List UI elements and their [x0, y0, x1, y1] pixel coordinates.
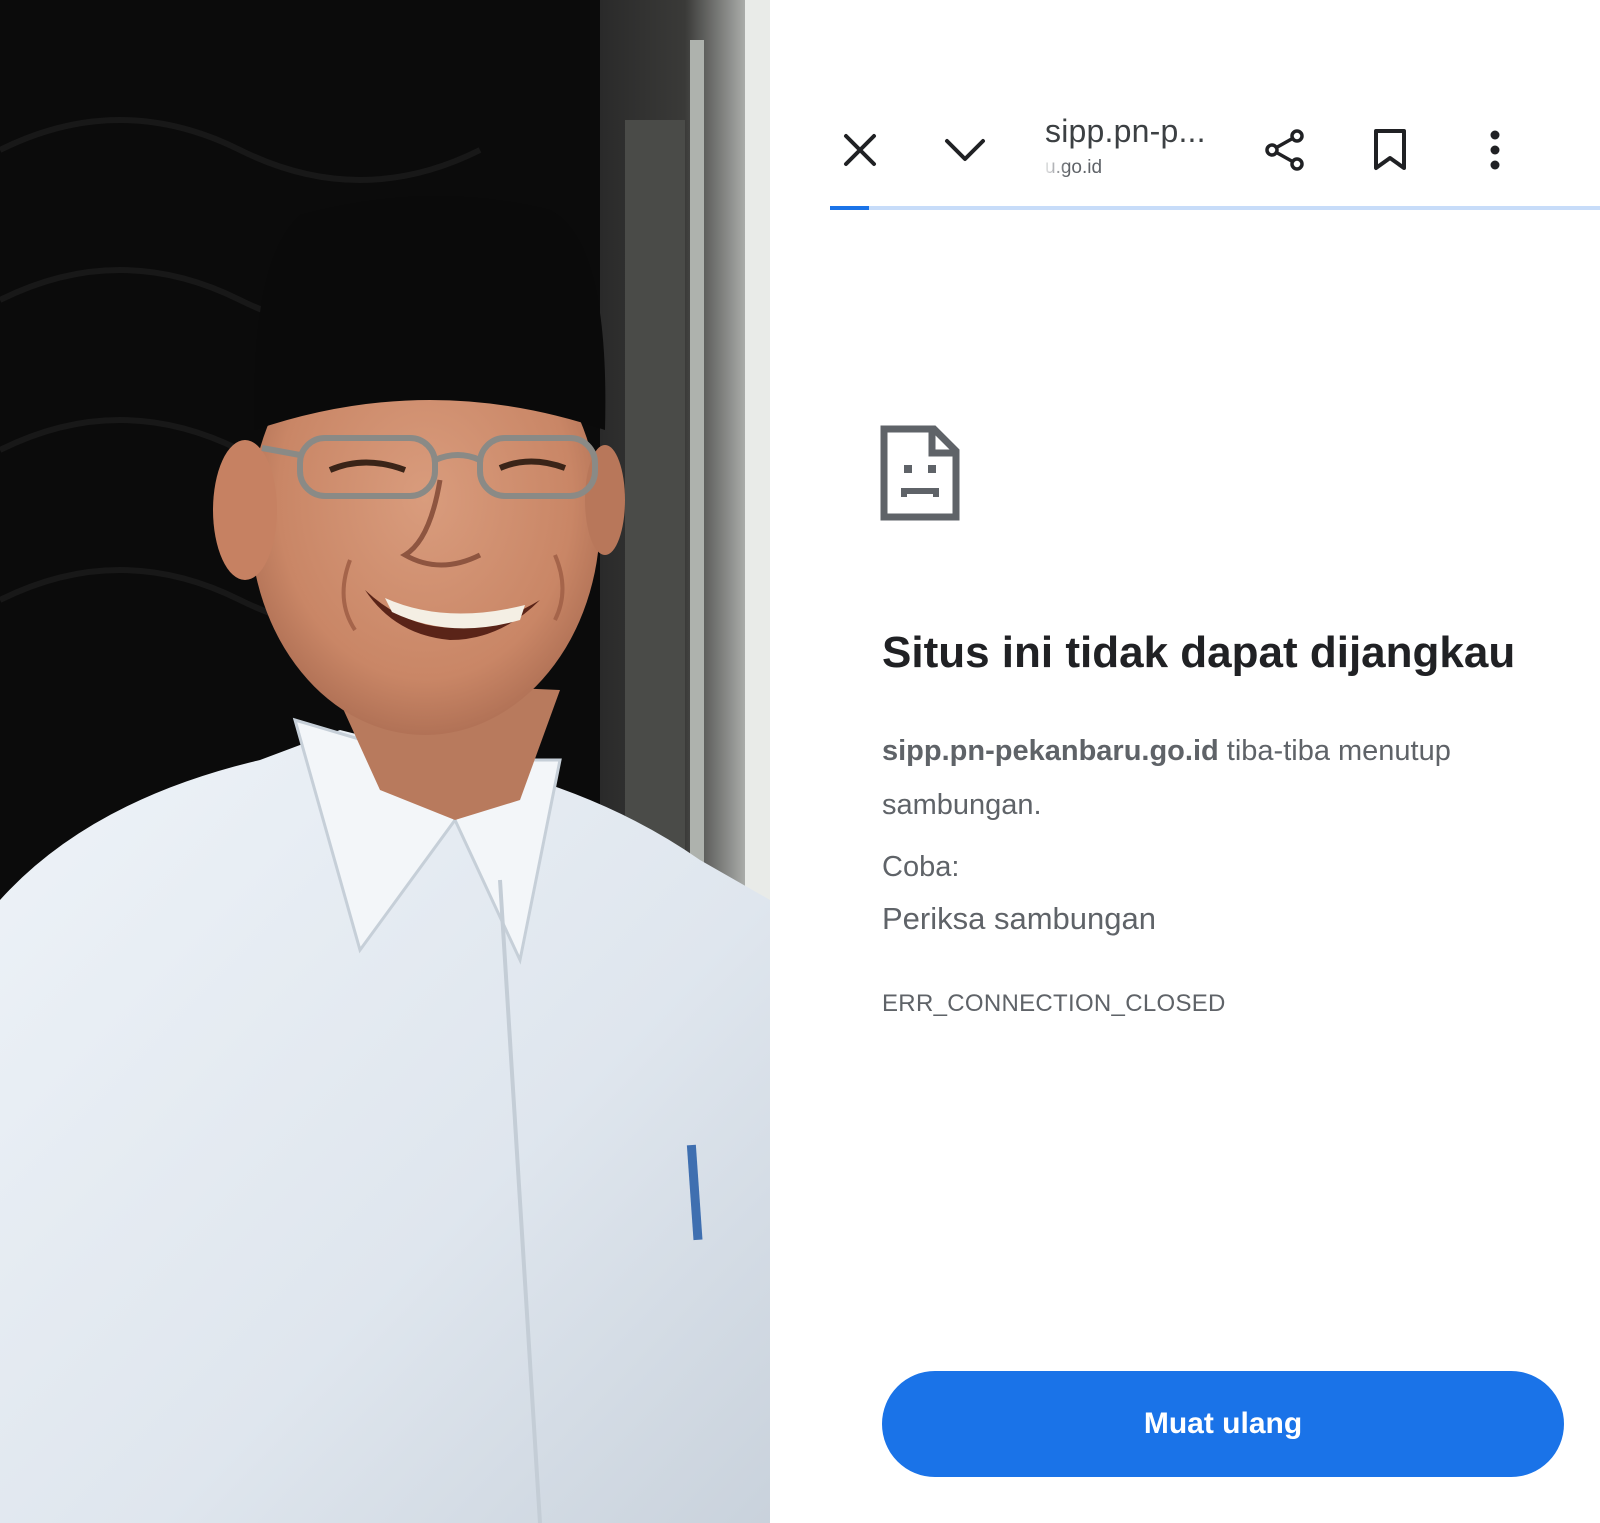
- portrait-photo: [0, 0, 770, 1523]
- error-description: sipp.pn-pekanbaru.go.id tiba-tiba menutu…: [882, 724, 1522, 832]
- screen: sipp.pn-p... u.go.id Situs ini tidak dap…: [0, 0, 1600, 1523]
- share-icon[interactable]: [1255, 120, 1315, 180]
- error-title: Situs ini tidak dapat dijangkau: [882, 628, 1516, 677]
- url-subtitle: u.go.id: [1045, 157, 1103, 178]
- page-load-progress-fill: [830, 206, 869, 210]
- error-host: sipp.pn-pekanbaru.go.id: [882, 735, 1219, 767]
- close-icon[interactable]: [830, 120, 890, 180]
- more-vert-icon[interactable]: [1465, 120, 1525, 180]
- browser-toolbar: sipp.pn-p... u.go.id: [830, 95, 1600, 205]
- url-bar[interactable]: sipp.pn-p... u.go.id: [1045, 113, 1245, 183]
- page-load-progress: [830, 206, 1600, 210]
- browser-panel: sipp.pn-p... u.go.id Situs ini tidak dap…: [770, 0, 1600, 1523]
- chevron-down-icon[interactable]: [935, 120, 995, 180]
- url-title: sipp.pn-p...: [1045, 113, 1206, 149]
- sad-page-icon: [880, 425, 960, 521]
- error-code: ERR_CONNECTION_CLOSED: [882, 990, 1226, 1017]
- reload-button[interactable]: Muat ulang: [882, 1371, 1564, 1477]
- try-label: Coba:: [882, 851, 960, 883]
- suggestion-item: Periksa sambungan: [882, 901, 1156, 936]
- bookmark-icon[interactable]: [1360, 120, 1420, 180]
